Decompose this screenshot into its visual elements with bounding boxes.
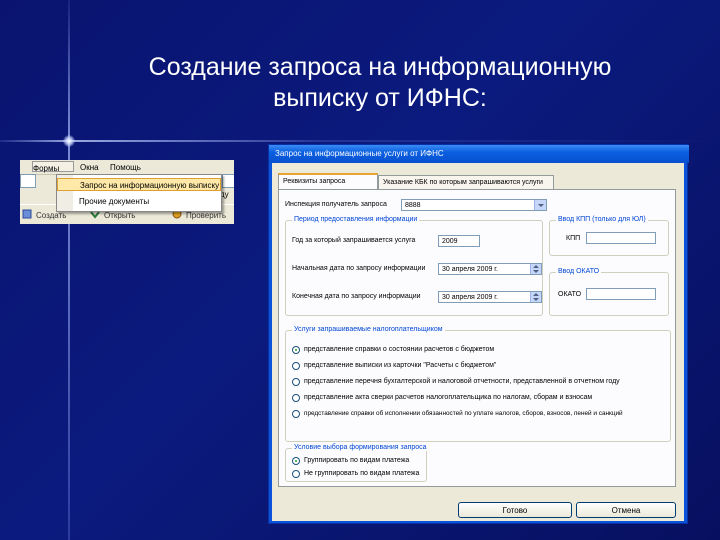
- slide-title-line-1: Создание запроса на информационную: [148, 53, 612, 81]
- decor-vertical-line: [68, 0, 70, 540]
- service-option-4[interactable]: представление акта сверки расчетов налог…: [304, 394, 592, 401]
- okato-input[interactable]: [586, 288, 656, 300]
- dropdown-item-label: Запрос на информационную выписку: [80, 181, 220, 190]
- okato-label: ОКАТО: [558, 291, 582, 298]
- menu-windows[interactable]: Окна: [80, 163, 99, 172]
- service-radio-5[interactable]: [292, 410, 300, 418]
- cancel-button[interactable]: Отмена: [576, 502, 676, 518]
- service-radio-3[interactable]: [292, 378, 300, 386]
- service-radio-4[interactable]: [292, 394, 300, 402]
- services-group-title: Услуги запрашиваемые налогоплательщиком: [292, 326, 445, 333]
- service-option-3[interactable]: представление перечня бухгалтерской и на…: [304, 378, 620, 385]
- end-date-value: 30 апреля 2009 г.: [442, 294, 498, 301]
- year-input[interactable]: 2009: [438, 235, 480, 247]
- end-date-label: Конечная дата по запросу информации: [292, 293, 421, 300]
- service-radio-2[interactable]: [292, 362, 300, 370]
- end-date-input[interactable]: 30 апреля 2009 г.: [438, 291, 542, 303]
- tab-request-details[interactable]: Реквизиты запроса: [278, 173, 378, 189]
- kpp-group: Ввод КПП (только для ЮЛ) КПП: [549, 216, 669, 256]
- chevron-down-icon[interactable]: [534, 200, 546, 210]
- period-group: Период предоставления информации Год за …: [285, 216, 543, 316]
- service-radio-1[interactable]: [292, 346, 300, 354]
- dropdown-item-label: Прочие документы: [79, 197, 150, 206]
- kpp-group-title: Ввод КПП (только для ЮЛ): [556, 216, 648, 223]
- end-date-spinner-icon[interactable]: [530, 292, 541, 302]
- decor-star-icon: [63, 135, 75, 147]
- field-fragment-right: [222, 174, 234, 188]
- menu-forms[interactable]: Формы: [32, 161, 74, 173]
- service-option-2[interactable]: представление выписки из карточки "Расче…: [304, 362, 496, 369]
- ok-button[interactable]: Готово: [458, 502, 572, 518]
- tab-kbk[interactable]: Указание КБК по которым запрашиваются ус…: [378, 175, 554, 189]
- year-label: Год за который запрашивается услуга: [292, 237, 416, 244]
- inspection-select[interactable]: 8888: [401, 199, 547, 211]
- year-value: 2009: [442, 238, 458, 245]
- format-option-group[interactable]: Группировать по видам платежа: [304, 457, 409, 464]
- services-group: Услуги запрашиваемые налогоплательщиком …: [285, 326, 671, 442]
- dropdown-item-other-docs[interactable]: Прочие документы: [57, 195, 221, 208]
- toolbar-open[interactable]: Открыть: [104, 211, 135, 220]
- toolbar-check[interactable]: Проверить: [186, 211, 226, 220]
- tab-panel: Инспекция получатель запроса 8888 Период…: [278, 189, 676, 487]
- format-group: Условие выбора формирования запроса Груп…: [285, 444, 429, 482]
- request-dialog: Запрос на информационные услуги от ИФНС …: [268, 144, 689, 524]
- start-date-value: 30 апреля 2009 г.: [442, 266, 498, 273]
- decor-horizontal-line: [0, 140, 720, 142]
- forms-dropdown: Запрос на информационную выписку Прочие …: [56, 174, 222, 212]
- format-option-nogroup[interactable]: Не группировать по видам платежа: [304, 470, 419, 477]
- slide-title: Создание запроса на информационную выпис…: [100, 52, 660, 114]
- menubar: Формы Окна Помощь: [20, 160, 234, 175]
- toolbar-create[interactable]: Создать: [36, 211, 66, 220]
- dialog-title: Запрос на информационные услуги от ИФНС: [275, 149, 444, 158]
- dropdown-item-info-request[interactable]: Запрос на информационную выписку: [57, 178, 221, 191]
- create-icon[interactable]: [22, 209, 32, 219]
- dialog-titlebar[interactable]: Запрос на информационные услуги от ИФНС: [269, 145, 689, 163]
- period-group-title: Период предоставления информации: [292, 216, 420, 223]
- okato-group-title: Ввод ОКАТО: [556, 268, 602, 275]
- kpp-label: КПП: [566, 235, 581, 242]
- format-radio-group[interactable]: [292, 457, 300, 465]
- menu-screenshot: Формы Окна Помощь ду Создать Открыть Про…: [20, 160, 234, 224]
- format-radio-nogroup[interactable]: [292, 470, 300, 478]
- slide-title-line-2: выписку от ИФНС:: [273, 84, 487, 112]
- start-date-spinner-icon[interactable]: [530, 264, 541, 274]
- start-date-label: Начальная дата по запросу информации: [292, 265, 426, 272]
- format-group-title: Условие выбора формирования запроса: [292, 444, 429, 451]
- kpp-input[interactable]: [586, 232, 656, 244]
- start-date-input[interactable]: 30 апреля 2009 г.: [438, 263, 542, 275]
- service-option-5[interactable]: представление справки об исполнении обяз…: [304, 410, 623, 417]
- inspection-label: Инспекция получатель запроса: [285, 201, 387, 208]
- okato-group: Ввод ОКАТО ОКАТО: [549, 268, 669, 316]
- field-fragment-left: [20, 174, 36, 188]
- service-option-1[interactable]: представление справки о состоянии расчет…: [304, 346, 494, 353]
- dialog-body: Реквизиты запроса Указание КБК по которы…: [272, 163, 684, 521]
- inspection-value: 8888: [405, 202, 421, 209]
- menu-help[interactable]: Помощь: [110, 163, 141, 172]
